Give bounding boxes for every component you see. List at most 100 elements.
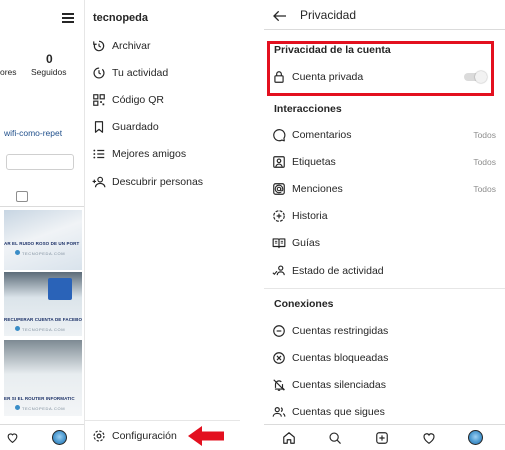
- menu-item-your-activity[interactable]: Tu actividad: [92, 65, 168, 81]
- brand-logo-icon: [15, 405, 20, 410]
- home-icon[interactable]: [282, 431, 296, 445]
- activity-status-icon: [272, 265, 285, 276]
- interaction-item-activity-status[interactable]: Estado de actividad: [272, 262, 498, 280]
- interaction-value: Todos: [473, 184, 496, 194]
- post-caption: ER SI EL ROUTER INFORMATIC: [4, 396, 75, 401]
- post-thumbnail[interactable]: ER SI EL ROUTER INFORMATIC TECNOPEDA.COM: [4, 340, 82, 416]
- drawer-username: tecnopeda: [93, 12, 149, 24]
- following-icon: [272, 407, 286, 417]
- lock-icon: [274, 71, 284, 83]
- qr-code-icon: [93, 94, 105, 106]
- interaction-item-mentions[interactable]: Menciones Todos: [272, 180, 498, 198]
- menu-item-saved[interactable]: Guardado: [92, 119, 159, 135]
- drawer-divider: [85, 420, 240, 421]
- bottom-navigation: [264, 424, 505, 450]
- section-title-account-privacy: Privacidad de la cuenta: [274, 44, 391, 56]
- edit-profile-button[interactable]: [6, 154, 74, 170]
- following-count[interactable]: 0: [46, 52, 53, 66]
- bio-link[interactable]: wifi-como-repet: [4, 128, 62, 138]
- menu-item-archive[interactable]: Archivar: [92, 38, 151, 54]
- interaction-value: Todos: [473, 130, 496, 140]
- connection-label: Cuentas bloqueadas: [292, 352, 389, 364]
- interaction-item-story[interactable]: Historia: [272, 207, 498, 225]
- side-menu-drawer: tecnopeda Archivar Tu actividad Código Q…: [84, 0, 240, 450]
- blocked-icon: [273, 352, 285, 364]
- connection-label: Cuentas que sigues: [292, 406, 385, 418]
- interaction-label: Historia: [292, 210, 328, 222]
- new-post-icon[interactable]: [375, 431, 389, 445]
- heart-icon[interactable]: [6, 431, 19, 444]
- following-label[interactable]: Seguidos: [31, 67, 66, 77]
- post-brand: TECNOPEDA.COM: [22, 327, 66, 332]
- interaction-label: Etiquetas: [292, 156, 336, 168]
- profile-background: ores 0 Seguidos wifi-como-repet AR EL RU…: [0, 0, 84, 450]
- connection-item-following[interactable]: Cuentas que sigues: [272, 403, 498, 421]
- interaction-label: Guías: [292, 237, 321, 249]
- right-screenshot: Privacidad Privacidad de la cuenta Cuent…: [264, 0, 505, 450]
- menu-item-label: Configuración: [112, 430, 177, 442]
- activity-heart-icon[interactable]: [422, 431, 436, 445]
- interaction-value: Todos: [473, 157, 496, 167]
- menu-item-label: Tu actividad: [112, 67, 169, 79]
- page-title: Privacidad: [300, 8, 357, 22]
- connection-label: Cuentas restringidas: [292, 325, 389, 337]
- add-person-icon: [92, 176, 106, 188]
- profile-avatar[interactable]: [468, 430, 483, 445]
- interaction-item-tags[interactable]: Etiquetas Todos: [272, 153, 498, 171]
- connection-label: Cuentas silenciadas: [292, 379, 386, 391]
- private-account-toggle[interactable]: [464, 71, 487, 83]
- bookmark-icon: [94, 121, 104, 133]
- gear-icon: [93, 430, 105, 442]
- post-caption: RECUPERAR CUENTA DE FACEBOO: [4, 317, 82, 322]
- toggle-knob: [475, 71, 487, 83]
- connection-item-restricted[interactable]: Cuentas restringidas: [272, 322, 498, 340]
- post-thumbnail[interactable]: RECUPERAR CUENTA DE FACEBOO TECNOPEDA.CO…: [4, 272, 82, 336]
- close-friends-list-icon: [93, 149, 105, 159]
- back-arrow-icon[interactable]: [272, 8, 288, 24]
- activity-icon: [93, 67, 105, 79]
- post-brand: TECNOPEDA.COM: [22, 251, 66, 256]
- tag-person-icon: [273, 156, 285, 168]
- restricted-icon: [273, 325, 285, 337]
- connection-item-muted[interactable]: Cuentas silenciadas: [272, 376, 498, 394]
- menu-item-close-friends[interactable]: Mejores amigos: [92, 146, 186, 162]
- guides-icon: [272, 238, 286, 249]
- interaction-item-comments[interactable]: Comentarios Todos: [272, 126, 498, 144]
- menu-item-settings[interactable]: Configuración: [92, 428, 177, 444]
- search-icon[interactable]: [328, 431, 342, 445]
- post-caption: AR EL RUIDO ROSO DE UN PORT: [4, 241, 80, 246]
- red-arrow-icon: [188, 426, 224, 446]
- menu-item-qr-code[interactable]: Código QR: [92, 92, 164, 108]
- mention-icon: [273, 183, 285, 195]
- interaction-label: Comentarios: [292, 129, 352, 141]
- muted-icon: [273, 379, 286, 391]
- post-brand: TECNOPEDA.COM: [22, 406, 66, 411]
- tabs-divider: [0, 206, 84, 207]
- menu-item-discover-people[interactable]: Descubrir personas: [92, 174, 203, 190]
- connection-item-blocked[interactable]: Cuentas bloqueadas: [272, 349, 498, 367]
- header-divider: [264, 29, 505, 30]
- brand-logo-icon: [15, 326, 20, 331]
- tagged-posts-tab-icon[interactable]: [16, 191, 28, 202]
- section-title-interactions: Interacciones: [274, 103, 342, 115]
- story-icon: [273, 210, 285, 222]
- post-image-graphic: [48, 278, 72, 300]
- interaction-label: Estado de actividad: [292, 265, 384, 277]
- menu-item-label: Descubrir personas: [112, 176, 204, 188]
- followers-label[interactable]: ores: [0, 67, 17, 77]
- menu-item-label: Mejores amigos: [112, 148, 187, 160]
- section-title-connections: Conexiones: [274, 298, 334, 310]
- section-divider: [264, 288, 505, 289]
- profile-avatar[interactable]: [52, 430, 67, 445]
- interaction-label: Menciones: [292, 183, 343, 195]
- interaction-item-guides[interactable]: Guías: [272, 234, 498, 252]
- hamburger-menu-icon[interactable]: [62, 13, 74, 23]
- brand-logo-icon: [15, 250, 20, 255]
- menu-item-label: Archivar: [112, 40, 151, 52]
- menu-item-label: Guardado: [112, 121, 159, 133]
- post-thumbnail[interactable]: AR EL RUIDO ROSO DE UN PORT TECNOPEDA.CO…: [4, 210, 82, 270]
- comment-icon: [273, 129, 286, 142]
- archive-icon: [93, 40, 105, 52]
- menu-item-label: Código QR: [112, 94, 164, 106]
- bottom-nav-left: [0, 424, 84, 450]
